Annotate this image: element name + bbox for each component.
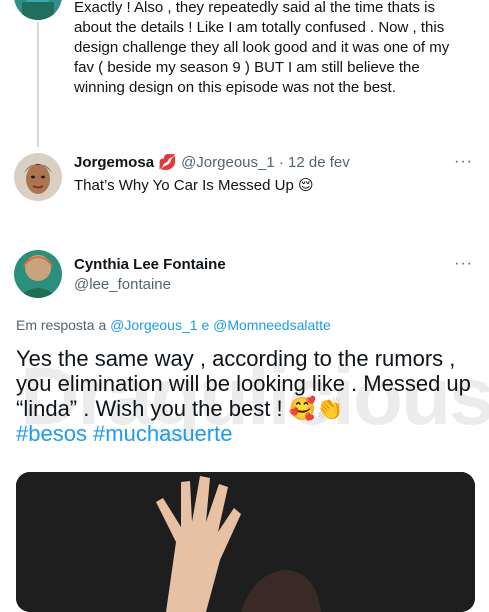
main-tweet-text: Yes the same way , according to the rumo… (16, 346, 476, 446)
avatar-previous-reply[interactable] (14, 0, 62, 20)
main-author-handle-row: @lee_fontaine (74, 275, 171, 295)
media-image (16, 472, 475, 612)
replying-to: Em resposta a @Jorgeous_1 e @Momneedsala… (16, 317, 331, 333)
tweet-media[interactable] (16, 472, 475, 612)
main-tweet-body: Yes the same way , according to the rumo… (16, 346, 471, 421)
replying-to-handle-2[interactable]: @Momneedsalatte (213, 317, 331, 333)
reply2-text: That’s Why Yo Car Is Messed Up (74, 177, 294, 194)
previous-reply-text: Exactly ! Also , they repeatedly said al… (74, 0, 450, 96)
emoji-hearts-clap: 🥰👏 (288, 396, 344, 421)
replying-to-joiner: e (201, 317, 210, 333)
replying-to-handle-1[interactable]: @Jorgeous_1 (110, 317, 197, 333)
reply2-author-name[interactable]: Jorgemosa (74, 154, 154, 171)
hashtags[interactable]: #besos #muchasuerte (16, 421, 232, 446)
avatar-jorgemosa[interactable] (14, 153, 62, 201)
replying-to-label: Em resposta a (16, 317, 107, 333)
reply2-author-handle[interactable]: @Jorgeous_1 (181, 154, 275, 171)
reply2-text-row: That’s Why Yo Car Is Messed Up 😌 (74, 176, 469, 196)
avatar-cynthia[interactable] (14, 250, 62, 298)
more-options-icon[interactable]: ··· (454, 255, 473, 273)
main-author-name-row: Cynthia Lee Fontaine (74, 255, 226, 275)
main-author-name[interactable]: Cynthia Lee Fontaine (74, 256, 226, 273)
relieved-emoji: 😌 (298, 177, 314, 194)
thread-line (37, 22, 39, 147)
reply2-separator: · (278, 154, 284, 171)
reply2-date[interactable]: 12 de fev (288, 154, 350, 171)
more-options-icon[interactable]: ··· (454, 153, 473, 171)
lips-emoji: 💋 (158, 154, 177, 171)
reply2-header: Jorgemosa 💋 @Jorgeous_1 · 12 de fev (74, 153, 350, 173)
main-author-handle[interactable]: @lee_fontaine (74, 276, 171, 293)
